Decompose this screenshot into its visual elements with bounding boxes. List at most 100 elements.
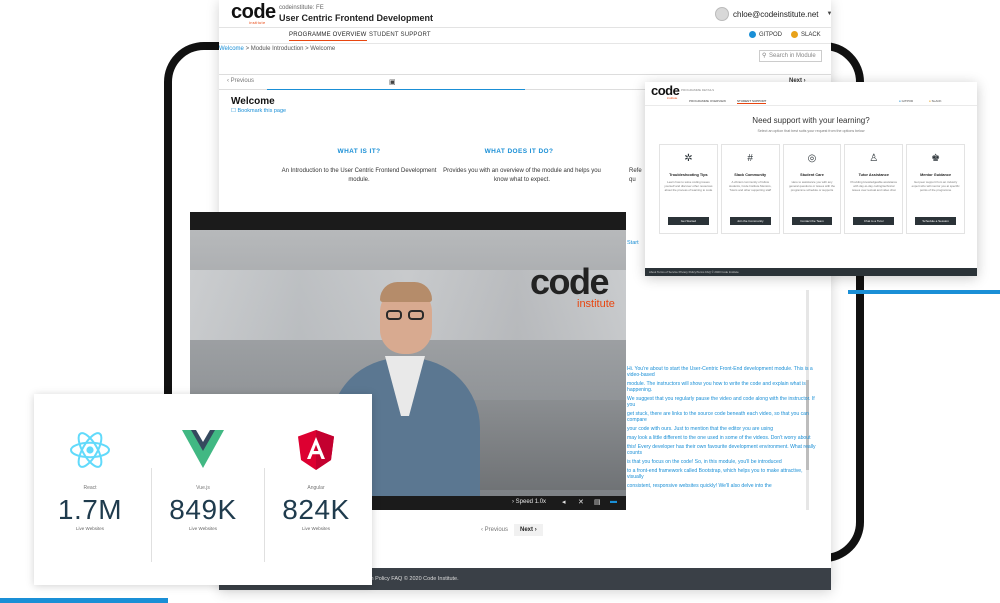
support-tab-student-support[interactable]: STUDENT SUPPORT [737, 99, 767, 104]
angular-icon [260, 430, 372, 474]
support-card-troubleshooting: ✲ Troubleshooting Tips Learn how to solv… [659, 144, 718, 234]
gitpod-label: GITPOD [759, 31, 783, 38]
support-footer: About Terms of Service Privacy Policy/Te… [645, 268, 977, 276]
support-card-slack: # Slack Community A vibrant community of… [720, 144, 780, 234]
stat-value: 849K [169, 494, 237, 525]
support-card-tutor: ♙ Tutor Assistance Providing knowledgeab… [844, 144, 904, 234]
start-link[interactable]: Start [627, 240, 639, 246]
transcript-line[interactable]: may look a little different to the one u… [627, 435, 817, 441]
breadcrumb: Welcome > Module Introduction > Welcome [219, 46, 335, 52]
transcript-line[interactable]: get stuck, there are links to the source… [627, 411, 817, 423]
slack-icon: # [747, 153, 753, 164]
transcript-line[interactable]: We suggest that you regularly pause the … [627, 396, 817, 408]
user-email: chloe@codeinstitute.net [733, 9, 819, 19]
contact-team-button[interactable]: Contact the Team [791, 217, 833, 225]
join-community-button[interactable]: Join the Community [729, 217, 771, 225]
user-menu[interactable]: chloe@codeinstitute.net ▼ [715, 6, 831, 22]
stat-label: Live Websites [189, 526, 217, 531]
video-unit-icon[interactable]: ▣ [389, 78, 396, 86]
bookmark-link[interactable]: ☐ Bookmark this page [231, 108, 286, 114]
schedule-session-button[interactable]: Schedule a Session [915, 217, 956, 225]
transcript-line[interactable]: module. The instructors will show you ho… [627, 381, 817, 393]
stat-framework-name: React [83, 485, 97, 491]
transcript-line[interactable]: Hi. You're about to start the User-Centr… [627, 366, 817, 378]
get-started-button[interactable]: Get Started [668, 217, 709, 225]
chevron-down-icon: ▼ [826, 11, 831, 17]
fullscreen-icon[interactable]: ✕ [578, 498, 584, 506]
slack-label: SLACK [801, 31, 821, 38]
captions-icon[interactable]: ▬ [610, 498, 617, 505]
video-top-strip [190, 212, 626, 230]
gitpod-icon [749, 31, 756, 38]
headset-icon: ◎ [807, 153, 817, 164]
column-heading: WHAT DOES IT DO? [484, 148, 554, 155]
tab-student-support[interactable]: STUDENT SUPPORT [369, 32, 431, 38]
support-card-title: Slack Community [734, 173, 767, 177]
search-icon: ⚲ [762, 53, 767, 59]
column-heading: WHAT IS IT? [337, 148, 381, 155]
footer-links[interactable]: m Policy FAQ © 2020 Code Institute. [369, 576, 459, 582]
video-transcript: Hi. You're about to start the User-Centr… [627, 366, 817, 492]
support-slack-link[interactable]: ● SLACK [929, 99, 942, 103]
stat-framework-name: Angular [307, 485, 325, 491]
breadcrumb-current: Welcome [310, 46, 336, 52]
transcript-line[interactable]: to a front-end framework called Bootstra… [627, 468, 817, 480]
support-card-title: Tutor Assistance [858, 173, 889, 177]
pager-previous-label: Previous [484, 527, 509, 533]
transcript-toggle-icon[interactable]: ▤ [594, 498, 601, 506]
stat-value: 1.7M [57, 494, 123, 525]
stat-react: React 1.7M Live Websites [34, 394, 146, 585]
chat-tutor-button[interactable]: Chat to a Tutor [853, 217, 895, 225]
support-card-student-care: ◎ Student Care Here to assistance you wi… [782, 144, 842, 234]
transcript-line[interactable]: your code with ours. Just to mention tha… [627, 426, 817, 432]
support-card-title: Student Care [800, 173, 824, 177]
transcript-line[interactable]: this! Every developer has their own favo… [627, 444, 817, 456]
search-placeholder: Search in Module [769, 53, 816, 59]
volume-icon[interactable]: ◂ [562, 498, 566, 506]
breadcrumb-sep: > [243, 46, 251, 52]
search-input[interactable]: ⚲ Search in Module [759, 50, 822, 62]
tutor-icon: ♙ [869, 153, 879, 164]
page-title: Welcome [231, 96, 275, 107]
column-text: An Introduction to the User Centric Fron… [281, 168, 437, 183]
brand-logo[interactable]: code [231, 2, 276, 22]
gitpod-icon: ● [899, 99, 901, 103]
previous-button[interactable]: ‹ Previous [227, 78, 254, 84]
accent-bar [848, 290, 1000, 294]
tab-programme-overview[interactable]: PROGRAMME OVERVIEW [289, 32, 367, 41]
video-brand-logo: code [530, 261, 610, 302]
breadcrumb-module-intro[interactable]: Module Introduction [251, 46, 304, 52]
lms-header: code institute codeinstitute: FE User Ce… [219, 0, 831, 28]
course-code: codeinstitute: FE [279, 5, 324, 11]
breadcrumb-welcome[interactable]: Welcome [219, 46, 244, 52]
slack-link[interactable]: SLACK [791, 31, 821, 38]
gitpod-link[interactable]: GITPOD [749, 31, 782, 38]
stat-label: Live Websites [302, 526, 330, 531]
previous-label: Previous [230, 78, 255, 84]
framework-stats-card: React 1.7M Live Websites Vue.js 849K Liv… [34, 394, 372, 585]
slack-icon [791, 31, 798, 38]
support-card-desc: Here to assistance you with any general … [789, 180, 835, 192]
vue-icon [147, 430, 259, 474]
mentor-icon: ♚ [931, 153, 941, 164]
support-card-desc: Get peer support from an industry expert… [911, 180, 960, 192]
transcript-line[interactable]: consistent, responsive websites quickly!… [627, 483, 817, 489]
lms-nav: PROGRAMME OVERVIEW STUDENT SUPPORT GITPO… [219, 28, 831, 44]
accent-bar [0, 598, 168, 603]
brand-logo-sub: institute [249, 20, 266, 25]
support-tab-overview[interactable]: PROGRAMME OVERVIEW [689, 99, 726, 103]
support-card-title: Mentor Guidance [920, 173, 952, 177]
support-card-title: Troubleshooting Tips [669, 173, 708, 177]
stat-vue: Vue.js 849K Live Websites [147, 394, 259, 585]
column-text: Provides you with an overview of the mod… [443, 168, 601, 183]
react-icon [34, 430, 146, 474]
playback-speed[interactable]: › Speed 1.0x [512, 499, 546, 505]
support-gitpod-link[interactable]: ● GITPOD [899, 99, 913, 103]
transcript-line[interactable]: is that you focus on the code! So, in th… [627, 459, 817, 465]
pager-next-button[interactable]: Next › [514, 524, 543, 536]
student-support-window: code institute PROGRAMME DETAILS PROGRAM… [645, 82, 977, 276]
stat-angular: Angular 824K Live Websites [260, 394, 372, 585]
bookmark-label: Bookmark this page [237, 108, 287, 114]
pager-previous-button[interactable]: ‹ Previous [481, 527, 508, 533]
support-footer-links[interactable]: About Terms of Service Privacy Policy/Te… [649, 270, 739, 274]
